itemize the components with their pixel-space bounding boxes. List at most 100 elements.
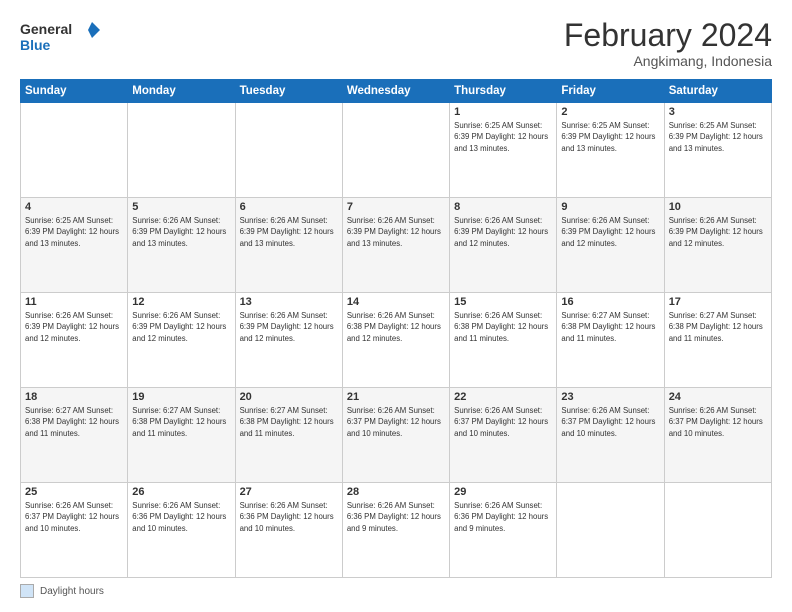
calendar-cell: 5 Sunrise: 6:26 AM Sunset: 6:39 PM Daylig… xyxy=(128,198,235,293)
calendar-cell xyxy=(557,483,664,578)
day-info: Sunrise: 6:26 AM Sunset: 6:39 PM Dayligh… xyxy=(25,310,123,344)
calendar-cell: 10Sunrise: 6:26 AM Sunset: 6:39 PM Dayli… xyxy=(664,198,771,293)
day-info: Sunrise: 6:26 AM Sunset: 6:37 PM Dayligh… xyxy=(347,405,445,439)
day-number: 28 xyxy=(347,486,445,498)
calendar-cell: 17 Sunrise: 6:27 AM Sunset: 6:38 PM Dayli… xyxy=(664,293,771,388)
day-number: 21 xyxy=(347,391,445,403)
calendar-cell: 12Sunrise: 6:26 AM Sunset: 6:39 PM Dayli… xyxy=(128,293,235,388)
day-number: 27 xyxy=(240,486,338,498)
calendar-cell: 24Sunrise: 6:26 AM Sunset: 6:37 PM Dayli… xyxy=(664,388,771,483)
calendar-header-thursday: Thursday xyxy=(450,80,557,103)
day-info: Sunrise: 6:27 AM Sunset: 6:38 PM Dayligh… xyxy=(240,405,338,439)
day-info: Sunrise: 6:26 AM Sunset: 6:37 PM Dayligh… xyxy=(25,500,123,534)
day-info: Sunrise: 6:26 AM Sunset: 6:39 PM Dayligh… xyxy=(561,215,659,249)
day-number: 7 xyxy=(347,201,445,213)
day-number: 6 xyxy=(240,201,338,213)
day-info: Sunrise: 6:26 AM Sunset: 6:39 PM Dayligh… xyxy=(240,215,338,249)
calendar-cell xyxy=(235,103,342,198)
calendar-header-tuesday: Tuesday xyxy=(235,80,342,103)
calendar-cell: 16 Sunrise: 6:27 AM Sunset: 6:38 PM Dayli… xyxy=(557,293,664,388)
day-number: 23 xyxy=(561,391,659,403)
calendar-week-5: 25 Sunrise: 6:26 AM Sunset: 6:37 PM Dayli… xyxy=(21,483,772,578)
day-info: Sunrise: 6:26 AM Sunset: 6:37 PM Dayligh… xyxy=(454,405,552,439)
day-info: Sunrise: 6:26 AM Sunset: 6:39 PM Dayligh… xyxy=(132,215,230,249)
main-title: February 2024 xyxy=(564,18,772,53)
day-info: Sunrise: 6:27 AM Sunset: 6:38 PM Dayligh… xyxy=(132,405,230,439)
day-number: 20 xyxy=(240,391,338,403)
calendar-cell: 26Sunrise: 6:26 AM Sunset: 6:36 PM Dayli… xyxy=(128,483,235,578)
calendar-cell: 1 Sunrise: 6:25 AM Sunset: 6:39 PM Daylig… xyxy=(450,103,557,198)
day-info: Sunrise: 6:26 AM Sunset: 6:36 PM Dayligh… xyxy=(132,500,230,534)
day-info: Sunrise: 6:25 AM Sunset: 6:39 PM Dayligh… xyxy=(669,120,767,154)
calendar-cell: 28Sunrise: 6:26 AM Sunset: 6:36 PM Dayli… xyxy=(342,483,449,578)
calendar-week-3: 11 Sunrise: 6:26 AM Sunset: 6:39 PM Dayli… xyxy=(21,293,772,388)
svg-text:General: General xyxy=(20,21,72,37)
calendar-header-friday: Friday xyxy=(557,80,664,103)
calendar-table: SundayMondayTuesdayWednesdayThursdayFrid… xyxy=(20,79,772,578)
daylight-legend-box xyxy=(20,584,34,598)
day-number: 17 xyxy=(669,296,767,308)
calendar-header-wednesday: Wednesday xyxy=(342,80,449,103)
day-info: Sunrise: 6:26 AM Sunset: 6:37 PM Dayligh… xyxy=(669,405,767,439)
day-info: Sunrise: 6:26 AM Sunset: 6:38 PM Dayligh… xyxy=(454,310,552,344)
calendar-cell: 7 Sunrise: 6:26 AM Sunset: 6:39 PM Daylig… xyxy=(342,198,449,293)
calendar-week-1: 1 Sunrise: 6:25 AM Sunset: 6:39 PM Daylig… xyxy=(21,103,772,198)
calendar-cell: 20 Sunrise: 6:27 AM Sunset: 6:38 PM Dayli… xyxy=(235,388,342,483)
subtitle: Angkimang, Indonesia xyxy=(564,53,772,69)
calendar-cell: 8Sunrise: 6:26 AM Sunset: 6:39 PM Daylig… xyxy=(450,198,557,293)
calendar-cell: 21 Sunrise: 6:26 AM Sunset: 6:37 PM Dayli… xyxy=(342,388,449,483)
day-number: 29 xyxy=(454,486,552,498)
calendar-cell: 3 Sunrise: 6:25 AM Sunset: 6:39 PM Daylig… xyxy=(664,103,771,198)
day-number: 19 xyxy=(132,391,230,403)
calendar-cell: 19 Sunrise: 6:27 AM Sunset: 6:38 PM Dayli… xyxy=(128,388,235,483)
day-info: Sunrise: 6:26 AM Sunset: 6:39 PM Dayligh… xyxy=(347,215,445,249)
logo-svg: General Blue xyxy=(20,18,100,56)
day-info: Sunrise: 6:26 AM Sunset: 6:39 PM Dayligh… xyxy=(132,310,230,344)
day-number: 11 xyxy=(25,296,123,308)
day-info: Sunrise: 6:25 AM Sunset: 6:39 PM Dayligh… xyxy=(454,120,552,154)
day-info: Sunrise: 6:25 AM Sunset: 6:39 PM Dayligh… xyxy=(561,120,659,154)
day-info: Sunrise: 6:27 AM Sunset: 6:38 PM Dayligh… xyxy=(561,310,659,344)
calendar-cell: 4 Sunrise: 6:25 AM Sunset: 6:39 PM Daylig… xyxy=(21,198,128,293)
calendar-week-4: 18 Sunrise: 6:27 AM Sunset: 6:38 PM Dayli… xyxy=(21,388,772,483)
calendar-cell: 9Sunrise: 6:26 AM Sunset: 6:39 PM Daylig… xyxy=(557,198,664,293)
calendar-header-saturday: Saturday xyxy=(664,80,771,103)
day-number: 3 xyxy=(669,106,767,118)
day-number: 1 xyxy=(454,106,552,118)
calendar-cell xyxy=(128,103,235,198)
day-number: 5 xyxy=(132,201,230,213)
header: General Blue February 2024 Angkimang, In… xyxy=(20,18,772,69)
calendar-header-monday: Monday xyxy=(128,80,235,103)
calendar-cell xyxy=(21,103,128,198)
day-info: Sunrise: 6:27 AM Sunset: 6:38 PM Dayligh… xyxy=(669,310,767,344)
svg-text:Blue: Blue xyxy=(20,37,51,53)
day-number: 25 xyxy=(25,486,123,498)
day-info: Sunrise: 6:26 AM Sunset: 6:39 PM Dayligh… xyxy=(454,215,552,249)
day-number: 15 xyxy=(454,296,552,308)
calendar-cell: 29Sunrise: 6:26 AM Sunset: 6:36 PM Dayli… xyxy=(450,483,557,578)
logo: General Blue xyxy=(20,18,100,56)
calendar-cell: 14 Sunrise: 6:26 AM Sunset: 6:38 PM Dayli… xyxy=(342,293,449,388)
calendar-cell: 13Sunrise: 6:26 AM Sunset: 6:39 PM Dayli… xyxy=(235,293,342,388)
calendar-cell: 27Sunrise: 6:26 AM Sunset: 6:36 PM Dayli… xyxy=(235,483,342,578)
title-block: February 2024 Angkimang, Indonesia xyxy=(564,18,772,69)
day-info: Sunrise: 6:25 AM Sunset: 6:39 PM Dayligh… xyxy=(25,215,123,249)
calendar-header-row: SundayMondayTuesdayWednesdayThursdayFrid… xyxy=(21,80,772,103)
day-number: 10 xyxy=(669,201,767,213)
day-number: 16 xyxy=(561,296,659,308)
calendar-cell: 22 Sunrise: 6:26 AM Sunset: 6:37 PM Dayli… xyxy=(450,388,557,483)
calendar-cell: 6 Sunrise: 6:26 AM Sunset: 6:39 PM Daylig… xyxy=(235,198,342,293)
day-number: 14 xyxy=(347,296,445,308)
day-number: 4 xyxy=(25,201,123,213)
day-number: 22 xyxy=(454,391,552,403)
day-number: 2 xyxy=(561,106,659,118)
daylight-legend-label: Daylight hours xyxy=(40,586,104,597)
calendar-cell: 15 Sunrise: 6:26 AM Sunset: 6:38 PM Dayli… xyxy=(450,293,557,388)
calendar-cell: 11 Sunrise: 6:26 AM Sunset: 6:39 PM Dayli… xyxy=(21,293,128,388)
footer: Daylight hours xyxy=(20,584,772,598)
calendar-cell: 23Sunrise: 6:26 AM Sunset: 6:37 PM Dayli… xyxy=(557,388,664,483)
day-number: 18 xyxy=(25,391,123,403)
day-info: Sunrise: 6:26 AM Sunset: 6:38 PM Dayligh… xyxy=(347,310,445,344)
calendar-cell: 2 Sunrise: 6:25 AM Sunset: 6:39 PM Daylig… xyxy=(557,103,664,198)
calendar-header-sunday: Sunday xyxy=(21,80,128,103)
